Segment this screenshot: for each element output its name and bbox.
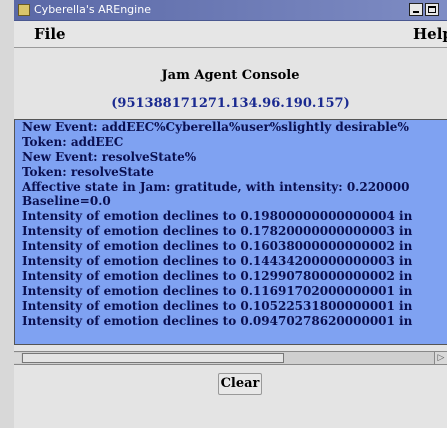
- maximize-icon[interactable]: [425, 3, 439, 16]
- clear-button[interactable]: Clear: [218, 373, 262, 395]
- log-line: Intensity of emotion declines to 0.11691…: [22, 283, 413, 298]
- log-line: Intensity of emotion declines to 0.10522…: [22, 298, 413, 313]
- menu-file[interactable]: File: [34, 25, 66, 43]
- log-line: Intensity of emotion declines to 0.16038…: [22, 239, 413, 254]
- scrollbar-thumb[interactable]: [22, 353, 284, 363]
- log-line: Intensity of emotion declines to 0.14434…: [22, 254, 413, 269]
- log-line: Token: resolveState: [22, 164, 154, 179]
- app-icon: [18, 4, 30, 16]
- log-line: Affective state in Jam: gratitude, with …: [22, 179, 410, 194]
- menu-help[interactable]: Help: [413, 25, 447, 43]
- event-log[interactable]: New Event: addEEC%Cyberella%user%slightl…: [14, 119, 447, 345]
- log-line: New Event: resolveState%: [22, 149, 197, 164]
- log-line: Intensity of emotion declines to 0.17820…: [22, 224, 413, 239]
- horizontal-scrollbar[interactable]: ▷: [13, 351, 447, 365]
- title-bar[interactable]: Cyberella's AREngine: [14, 0, 447, 21]
- log-line: Baseline=0.0: [22, 194, 111, 209]
- console-title: Jam Agent Console: [161, 68, 300, 83]
- log-line: Intensity of emotion declines to 0.12990…: [22, 268, 413, 283]
- log-line: New Event: addEEC%Cyberella%user%slightl…: [22, 120, 409, 134]
- app-window: Cyberella's AREngine File Help Jam Agent…: [13, 0, 447, 428]
- minimize-icon[interactable]: [409, 3, 423, 16]
- log-line: Intensity of emotion declines to 0.09470…: [22, 313, 413, 328]
- log-line: Intensity of emotion declines to 0.19800…: [22, 209, 413, 224]
- scroll-right-icon[interactable]: ▷: [434, 352, 447, 364]
- window-title: Cyberella's AREngine: [34, 3, 151, 16]
- scroll-left-icon[interactable]: [13, 353, 21, 363]
- console-id: (951388171271.134.96.190.157): [111, 96, 350, 111]
- log-line: Token: addEEC: [22, 134, 124, 149]
- menu-bar: File Help: [14, 21, 447, 48]
